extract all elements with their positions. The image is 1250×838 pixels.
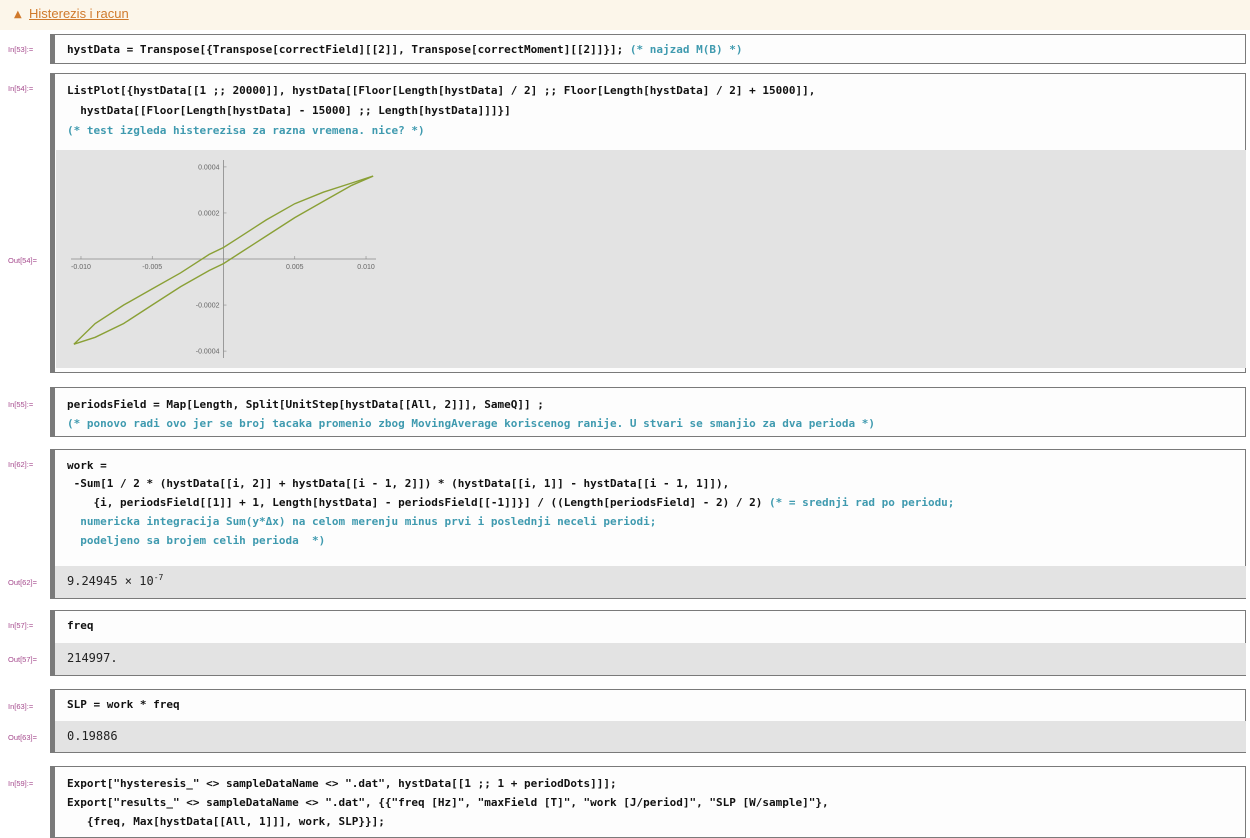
- section-header[interactable]: ▲ Histerezis i racun: [0, 0, 1250, 30]
- code-line: {i, periodsField[[1]] + 1, Length[hystDa…: [67, 496, 955, 509]
- collapse-chevron-icon[interactable]: ▲: [14, 9, 22, 20]
- x-tick-label: -0.005: [142, 264, 162, 271]
- in-label-54: In[54]:=: [8, 84, 34, 93]
- out-label-63: Out[63]=: [8, 733, 37, 742]
- y-tick-label: -0.0002: [196, 303, 220, 310]
- code-line: freq: [67, 619, 94, 632]
- hysteresis-plot: -0.010 -0.005 0.005 0.010 0.0004 0.0002 -0.000…: [71, 160, 376, 358]
- code-comment: (* ponovo radi ovo jer se broj tacaka pr…: [67, 417, 875, 430]
- code-line: Export["hysteresis_" <> sampleDataName <…: [67, 777, 617, 790]
- in-label-62: In[62]:=: [8, 460, 34, 469]
- out-label-54: Out[54]=: [8, 256, 37, 265]
- code-line: hystData = Transpose[{Transpose[correctF…: [67, 43, 743, 56]
- output-cell-57[interactable]: 214997.: [50, 643, 1246, 675]
- code-line: SLP = work * freq: [67, 698, 180, 711]
- code-line: ListPlot[{hystData[[1 ;; 20000]], hystDa…: [67, 84, 816, 97]
- input-cell-59[interactable]: Export["hysteresis_" <> sampleDataName <…: [50, 766, 1246, 838]
- y-tick-label: 0.0002: [198, 210, 220, 217]
- x-tick-label: -0.010: [71, 264, 91, 271]
- section-title[interactable]: Histerezis i racun: [29, 6, 129, 21]
- in-label-57: In[57]:=: [8, 621, 34, 630]
- code-line: hystData[[Floor[Length[hystData] - 15000…: [67, 104, 511, 117]
- output-cell-62[interactable]: 9.24945 × 10-7: [50, 566, 1246, 598]
- code-comment: (* test izgleda histerezisa za razna vre…: [67, 124, 425, 137]
- output-cell-63[interactable]: 0.19886: [50, 721, 1246, 752]
- output-value: 214997.: [67, 651, 118, 665]
- y-tick-label: 0.0004: [198, 164, 220, 171]
- in-label-59: In[59]:=: [8, 779, 34, 788]
- code-line: {freq, Max[hystData[[All, 1]]], work, SL…: [67, 815, 385, 828]
- in-label-55: In[55]:=: [8, 400, 34, 409]
- input-cell-55[interactable]: periodsField = Map[Length, Split[UnitSte…: [50, 387, 1246, 437]
- y-tick-label: -0.0004: [196, 349, 220, 356]
- out-label-57: Out[57]=: [8, 655, 37, 664]
- x-tick-label: 0.005: [286, 264, 304, 271]
- output-value: 0.19886: [67, 729, 118, 743]
- x-tick-label: 0.010: [357, 264, 375, 271]
- output-value: 9.24945 × 10-7: [67, 573, 164, 588]
- code-line: -Sum[1 / 2 * (hystData[[i, 2]] + hystDat…: [67, 477, 730, 490]
- input-cell-53[interactable]: hystData = Transpose[{Transpose[correctF…: [50, 34, 1246, 64]
- output-cell-54[interactable]: -0.010 -0.005 0.005 0.010 0.0004 0.0002 -0.000…: [56, 150, 1246, 368]
- code-line: periodsField = Map[Length, Split[UnitSte…: [67, 398, 544, 411]
- in-label-53: In[53]:=: [8, 45, 34, 54]
- code-comment: podeljeno sa brojem celih perioda *): [67, 534, 326, 547]
- out-label-62: Out[62]=: [8, 578, 37, 587]
- in-label-63: In[63]:=: [8, 702, 34, 711]
- code-line: work =: [67, 459, 107, 472]
- code-line: Export["results_" <> sampleDataName <> "…: [67, 796, 829, 809]
- code-comment: numericka integracija Sum(y*Δx) na celom…: [67, 515, 657, 528]
